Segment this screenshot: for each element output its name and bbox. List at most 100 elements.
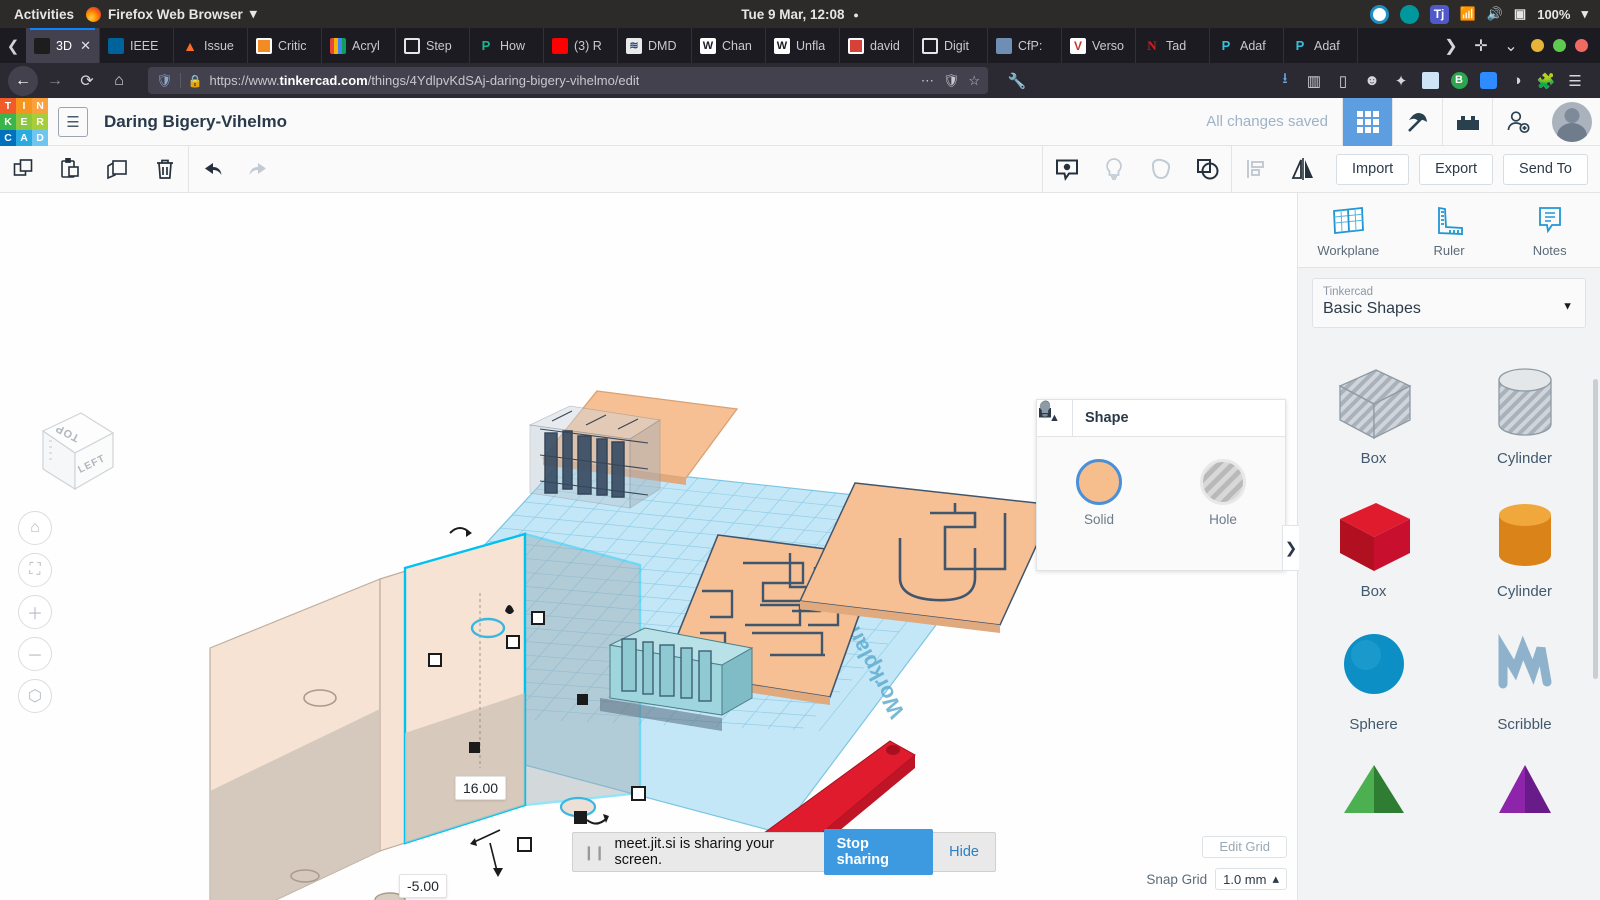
pocket-icon[interactable]: ✦	[1388, 68, 1414, 94]
wrench-icon[interactable]: 🔧	[1004, 68, 1030, 94]
copy-icon[interactable]	[0, 146, 47, 193]
shape-tile-box-hole[interactable]: Box	[1298, 342, 1449, 475]
shape-selected-box[interactable]	[403, 532, 642, 845]
bookmark-star-icon[interactable]: ☆	[968, 73, 980, 89]
browser-tab[interactable]: ▲ Issue	[174, 28, 248, 63]
app-menu-firefox[interactable]: Firefox Web Browser ▾	[86, 6, 257, 22]
shape-tile-cylinder-hole[interactable]: Cylinder	[1449, 342, 1600, 475]
hole-swatch[interactable]	[1200, 459, 1246, 505]
snap-grid-select[interactable]: 1.0 mm ▴	[1215, 868, 1287, 890]
solid-swatch[interactable]	[1076, 459, 1122, 505]
browser-tab[interactable]: 3D ✕	[26, 28, 100, 63]
arduino-icon[interactable]	[1399, 4, 1419, 24]
sidebar-item-workplane[interactable]: Workplane	[1298, 193, 1399, 267]
forward-button[interactable]: →	[40, 66, 70, 96]
browser-tab[interactable]: CfP:	[988, 28, 1062, 63]
address-bar[interactable]: 🛡 🔒 https://www.tinkercad.com/things/4Yd…	[148, 67, 988, 94]
zoom-extension-icon[interactable]	[1475, 68, 1501, 94]
delete-icon[interactable]	[141, 146, 188, 193]
shape-tile-sphere[interactable]: Sphere	[1298, 608, 1449, 741]
nightshift-icon[interactable]: ◑	[1504, 68, 1530, 94]
page-actions-icon[interactable]: ⋯	[921, 73, 934, 89]
browser-tab[interactable]: (3) R	[544, 28, 618, 63]
extensions-icon[interactable]: 🧩	[1533, 68, 1559, 94]
browser-tab[interactable]: Acryl	[322, 28, 396, 63]
shape-inspector-panel[interactable]: ▲ Shape Solid Hole	[1036, 399, 1286, 571]
tracking-protection-icon[interactable]: 🛡	[943, 73, 960, 89]
send-to-button[interactable]: Send To	[1503, 153, 1588, 185]
volume-icon[interactable]: 🔊	[1487, 6, 1503, 22]
close-button[interactable]	[1575, 39, 1588, 52]
paste-icon[interactable]	[47, 146, 94, 193]
shape-tile-pyramid[interactable]	[1298, 741, 1449, 825]
dimension-label[interactable]: -5.00	[399, 874, 447, 898]
list-icon[interactable]: ☰	[58, 106, 88, 137]
browser-tab[interactable]: IEEE	[100, 28, 174, 63]
browser-tab[interactable]: N Tad	[1136, 28, 1210, 63]
library-selector[interactable]: Tinkercad Basic Shapes ▼	[1312, 278, 1586, 328]
list-all-tabs-icon[interactable]: ⌄	[1497, 32, 1525, 60]
browser-tab[interactable]: V Verso	[1062, 28, 1136, 63]
minimize-button[interactable]	[1531, 39, 1544, 52]
learn-pickaxe-icon[interactable]	[1392, 97, 1442, 146]
system-tray[interactable]: Tj 📶 🔊 ▣ 100% ▾	[1369, 4, 1600, 24]
sidebar-scrollbar[interactable]	[1593, 379, 1598, 679]
chevron-down-icon[interactable]: ▾	[1581, 6, 1588, 22]
hide-button[interactable]: Hide	[943, 844, 985, 860]
browser-tab[interactable]: Digit	[914, 28, 988, 63]
zoom-out-icon[interactable]: －	[18, 637, 52, 671]
browser-tab[interactable]: Step	[396, 28, 470, 63]
bitwarden-icon[interactable]: B	[1446, 68, 1472, 94]
shape-tile-cylinder[interactable]: Cylinder	[1449, 475, 1600, 608]
note-icon[interactable]	[1043, 146, 1090, 193]
sidebar-icon[interactable]: ▯	[1330, 68, 1356, 94]
back-button[interactable]: ←	[8, 65, 38, 96]
browser-tab[interactable]: P Adaf	[1284, 28, 1358, 63]
network-icon[interactable]: 📶	[1460, 6, 1476, 22]
zoom-in-icon[interactable]: ＋	[18, 595, 52, 629]
collapse-panel-arrow[interactable]: ❯	[1282, 525, 1299, 571]
browser-tab[interactable]: ≋ DMD	[618, 28, 692, 63]
hole-option[interactable]: Hole	[1161, 459, 1285, 527]
home-button[interactable]: ⌂	[104, 66, 134, 96]
reload-button[interactable]: ⟳	[72, 66, 102, 96]
lock-icon[interactable]: 🔒	[188, 74, 203, 88]
scroll-tabs-right-icon[interactable]: ❯	[1437, 32, 1465, 60]
browser-tab[interactable]: Critic	[248, 28, 322, 63]
fit-all-icon[interactable]: ⛶	[18, 553, 52, 587]
edit-grid-button[interactable]: Edit Grid	[1202, 836, 1287, 858]
dimension-label[interactable]: 16.00	[455, 776, 507, 800]
shield-icon[interactable]: 🛡	[156, 73, 173, 89]
shape-tile-scribble[interactable]: Scribble	[1449, 608, 1600, 741]
tinkercad-logo[interactable]: T I N K E R C A D	[0, 97, 48, 146]
blocks-icon[interactable]	[1442, 97, 1492, 146]
shape-tile-cone[interactable]	[1449, 741, 1600, 825]
teams-icon[interactable]: Tj	[1429, 4, 1449, 24]
ortho-perspective-icon[interactable]: ⬡	[18, 679, 52, 713]
new-tab-button[interactable]: ✛	[1467, 32, 1495, 60]
activities-button[interactable]: Activities	[0, 7, 86, 22]
invite-people-icon[interactable]	[1492, 97, 1542, 146]
undo-icon[interactable]	[189, 146, 236, 193]
library-icon[interactable]: ▥	[1301, 68, 1327, 94]
scroll-tabs-left-icon[interactable]: ❮	[0, 28, 26, 63]
menu-icon[interactable]: ☰	[1562, 68, 1588, 94]
snap-icon[interactable]	[1369, 4, 1389, 24]
mirror-icon[interactable]	[1279, 146, 1326, 193]
reader-icon[interactable]	[1417, 68, 1443, 94]
home-view-icon[interactable]: ⌂	[18, 511, 52, 545]
sidebar-item-ruler[interactable]: Ruler	[1399, 193, 1500, 267]
browser-tab[interactable]: david	[840, 28, 914, 63]
sidebar-item-notes[interactable]: Notes	[1499, 193, 1600, 267]
designs-grid-icon[interactable]	[1342, 97, 1392, 146]
browser-tab[interactable]: P How	[470, 28, 544, 63]
3d-canvas[interactable]: Workplane TOP LEFT ⌂ ⛶ ＋ － ⬡ 16.00 -5.00…	[0, 193, 1297, 900]
export-button[interactable]: Export	[1419, 153, 1494, 185]
close-icon[interactable]: ✕	[80, 38, 91, 54]
ungroup-icon[interactable]	[1184, 146, 1231, 193]
account-icon[interactable]: ☻	[1359, 68, 1385, 94]
shape-tile-box[interactable]: Box	[1298, 475, 1449, 608]
battery-icon[interactable]: ▣	[1514, 6, 1526, 22]
browser-tab[interactable]: W Unfla	[766, 28, 840, 63]
shape-mechanism-wireframe[interactable]	[528, 405, 662, 509]
